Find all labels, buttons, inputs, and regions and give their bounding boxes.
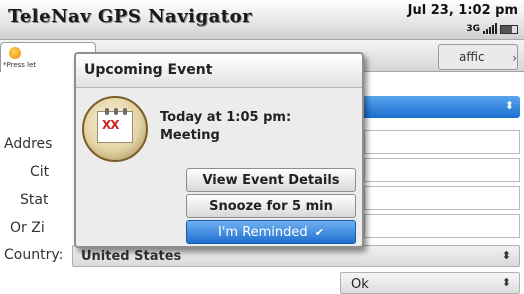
- state-label: Stat: [20, 192, 49, 208]
- view-event-details-button[interactable]: View Event Details: [186, 168, 356, 192]
- calendar-event-icon: XX: [82, 96, 148, 162]
- event-name: Meeting: [160, 128, 220, 143]
- dialog-title: Upcoming Event: [84, 62, 213, 78]
- title-bar: TeleNav GPS Navigator Jul 23, 1:02 pm 3G: [0, 0, 524, 40]
- app-title: TeleNav GPS Navigator: [8, 6, 253, 27]
- country-select[interactable]: United States ⬍: [72, 245, 520, 267]
- state-input[interactable]: [364, 186, 520, 210]
- chevron-updown-icon: ⬍: [504, 99, 514, 112]
- zip-label: Or Zi: [10, 220, 45, 236]
- chevron-right-icon: ›: [512, 51, 517, 65]
- snooze-label: Snooze for 5 min: [209, 199, 333, 214]
- view-event-details-label: View Event Details: [202, 173, 340, 188]
- status-indicators: 3G: [466, 21, 518, 34]
- calendar-page: XX: [97, 108, 133, 143]
- checkmark-icon: ✔: [314, 226, 325, 239]
- chevron-updown-icon: ⬍: [501, 276, 511, 289]
- calendar-mark: XX: [102, 118, 119, 132]
- signal-icon: [483, 23, 497, 34]
- address-label: Addres: [4, 136, 53, 152]
- battery-icon: [500, 25, 518, 34]
- ok-button[interactable]: Ok ⬍: [340, 272, 520, 294]
- navigation-tab-icon: [9, 47, 21, 59]
- country-value: United States: [81, 249, 182, 264]
- snooze-button[interactable]: Snooze for 5 min: [186, 194, 356, 218]
- country-label: Country:: [4, 247, 64, 263]
- ok-label: Ok: [351, 277, 369, 292]
- city-label: Cit: [30, 164, 50, 180]
- tab-hint: *Press let: [3, 61, 37, 69]
- tab-traffic[interactable]: affic ›: [438, 44, 518, 70]
- reminded-label: I'm Reminded: [217, 225, 308, 240]
- tab-traffic-label: affic: [459, 50, 485, 64]
- address-input[interactable]: [364, 130, 520, 154]
- upcoming-event-dialog: Upcoming Event XX Today at 1:05 pm: Meet…: [74, 52, 364, 248]
- event-time: Today at 1:05 pm:: [160, 110, 292, 125]
- dialog-header: Upcoming Event: [76, 54, 362, 88]
- zip-input[interactable]: [364, 214, 520, 238]
- chevron-updown-icon: ⬍: [501, 249, 511, 262]
- clock: Jul 23, 1:02 pm: [407, 3, 518, 18]
- address-type-select[interactable]: ⬍: [350, 96, 520, 118]
- network-type: 3G: [466, 24, 480, 34]
- city-input[interactable]: [364, 158, 520, 182]
- reminded-button[interactable]: I'm Reminded ✔: [186, 220, 356, 244]
